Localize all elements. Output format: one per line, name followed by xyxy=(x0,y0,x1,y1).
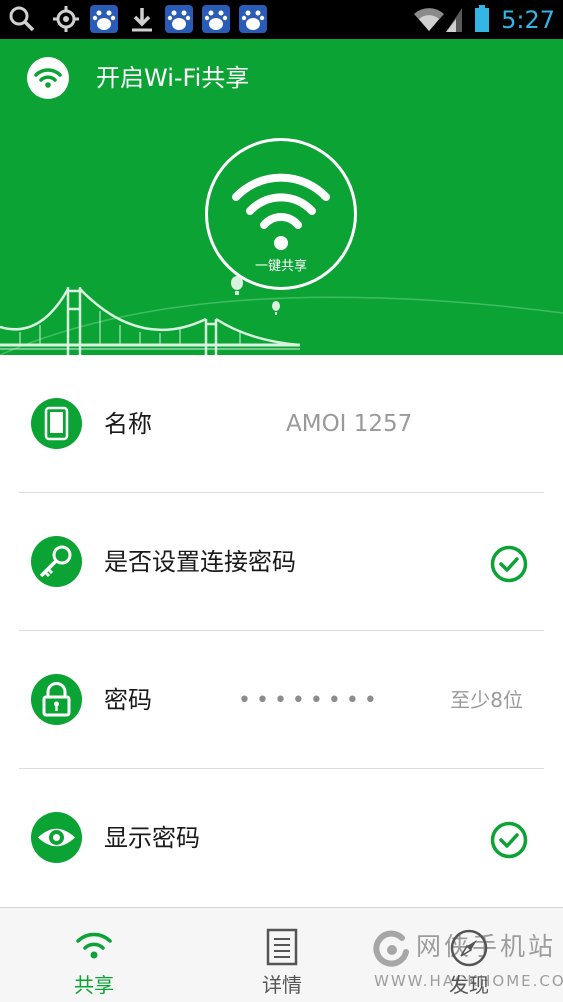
settings-row-set-password[interactable]: 是否设置连接密码 xyxy=(0,493,563,631)
document-icon xyxy=(266,928,298,966)
phone-icon xyxy=(31,398,82,449)
page-title: 开启Wi-Fi共享 xyxy=(96,64,250,92)
lock-icon xyxy=(31,674,82,725)
watermark: 网侠手机站 WWW.HACKHOME.COM xyxy=(370,928,563,998)
baidu-icon xyxy=(239,5,267,33)
tab-details[interactable]: 详情 xyxy=(188,908,376,1002)
baidu-icon xyxy=(202,5,230,33)
status-time: 5:27 xyxy=(501,6,555,34)
watermark-url: WWW.HACKHOME.COM xyxy=(374,972,563,990)
password-input[interactable] xyxy=(238,682,418,718)
password-label: 密码 xyxy=(104,686,152,714)
tab-share-label: 共享 xyxy=(74,973,114,997)
settings-row-show-password[interactable]: 显示密码 xyxy=(0,769,563,907)
hotspot-name-value[interactable]: AMOI 1257 xyxy=(286,406,412,442)
gps-icon xyxy=(53,6,79,32)
search-icon xyxy=(9,6,35,32)
baidu-icon xyxy=(165,5,193,33)
password-hint: 至少8位 xyxy=(450,688,523,712)
wifi-signal-icon xyxy=(414,8,444,31)
key-icon xyxy=(31,536,82,587)
bridge-illustration xyxy=(0,276,563,355)
battery-icon xyxy=(475,5,489,32)
tab-details-label: 详情 xyxy=(262,973,302,997)
settings-row-name[interactable]: 名称 AMOI 1257 xyxy=(0,355,563,493)
header-banner: 开启Wi-Fi共享 一键共享 xyxy=(0,39,563,355)
watermark-logo-icon xyxy=(373,930,409,967)
set-password-check-icon[interactable] xyxy=(490,545,528,583)
app-logo xyxy=(27,57,69,99)
show-password-check-icon[interactable] xyxy=(490,821,528,859)
set-password-label: 是否设置连接密码 xyxy=(104,548,296,576)
name-label: 名称 xyxy=(104,410,152,438)
cell-signal-icon xyxy=(446,8,462,32)
wifi-icon xyxy=(76,932,112,959)
tab-share[interactable]: 共享 xyxy=(0,908,188,1002)
wifi-icon xyxy=(232,173,330,250)
wifi-icon xyxy=(34,68,62,88)
show-password-label: 显示密码 xyxy=(104,824,200,852)
download-icon xyxy=(132,8,152,32)
status-bar: 5:27 xyxy=(0,0,563,39)
baidu-icon xyxy=(90,5,118,33)
one-tap-share-button[interactable]: 一键共享 xyxy=(205,138,357,290)
settings-row-password[interactable]: 密码 至少8位 xyxy=(0,631,563,769)
eye-icon xyxy=(31,812,82,863)
watermark-text: 网侠手机站 xyxy=(416,932,557,961)
